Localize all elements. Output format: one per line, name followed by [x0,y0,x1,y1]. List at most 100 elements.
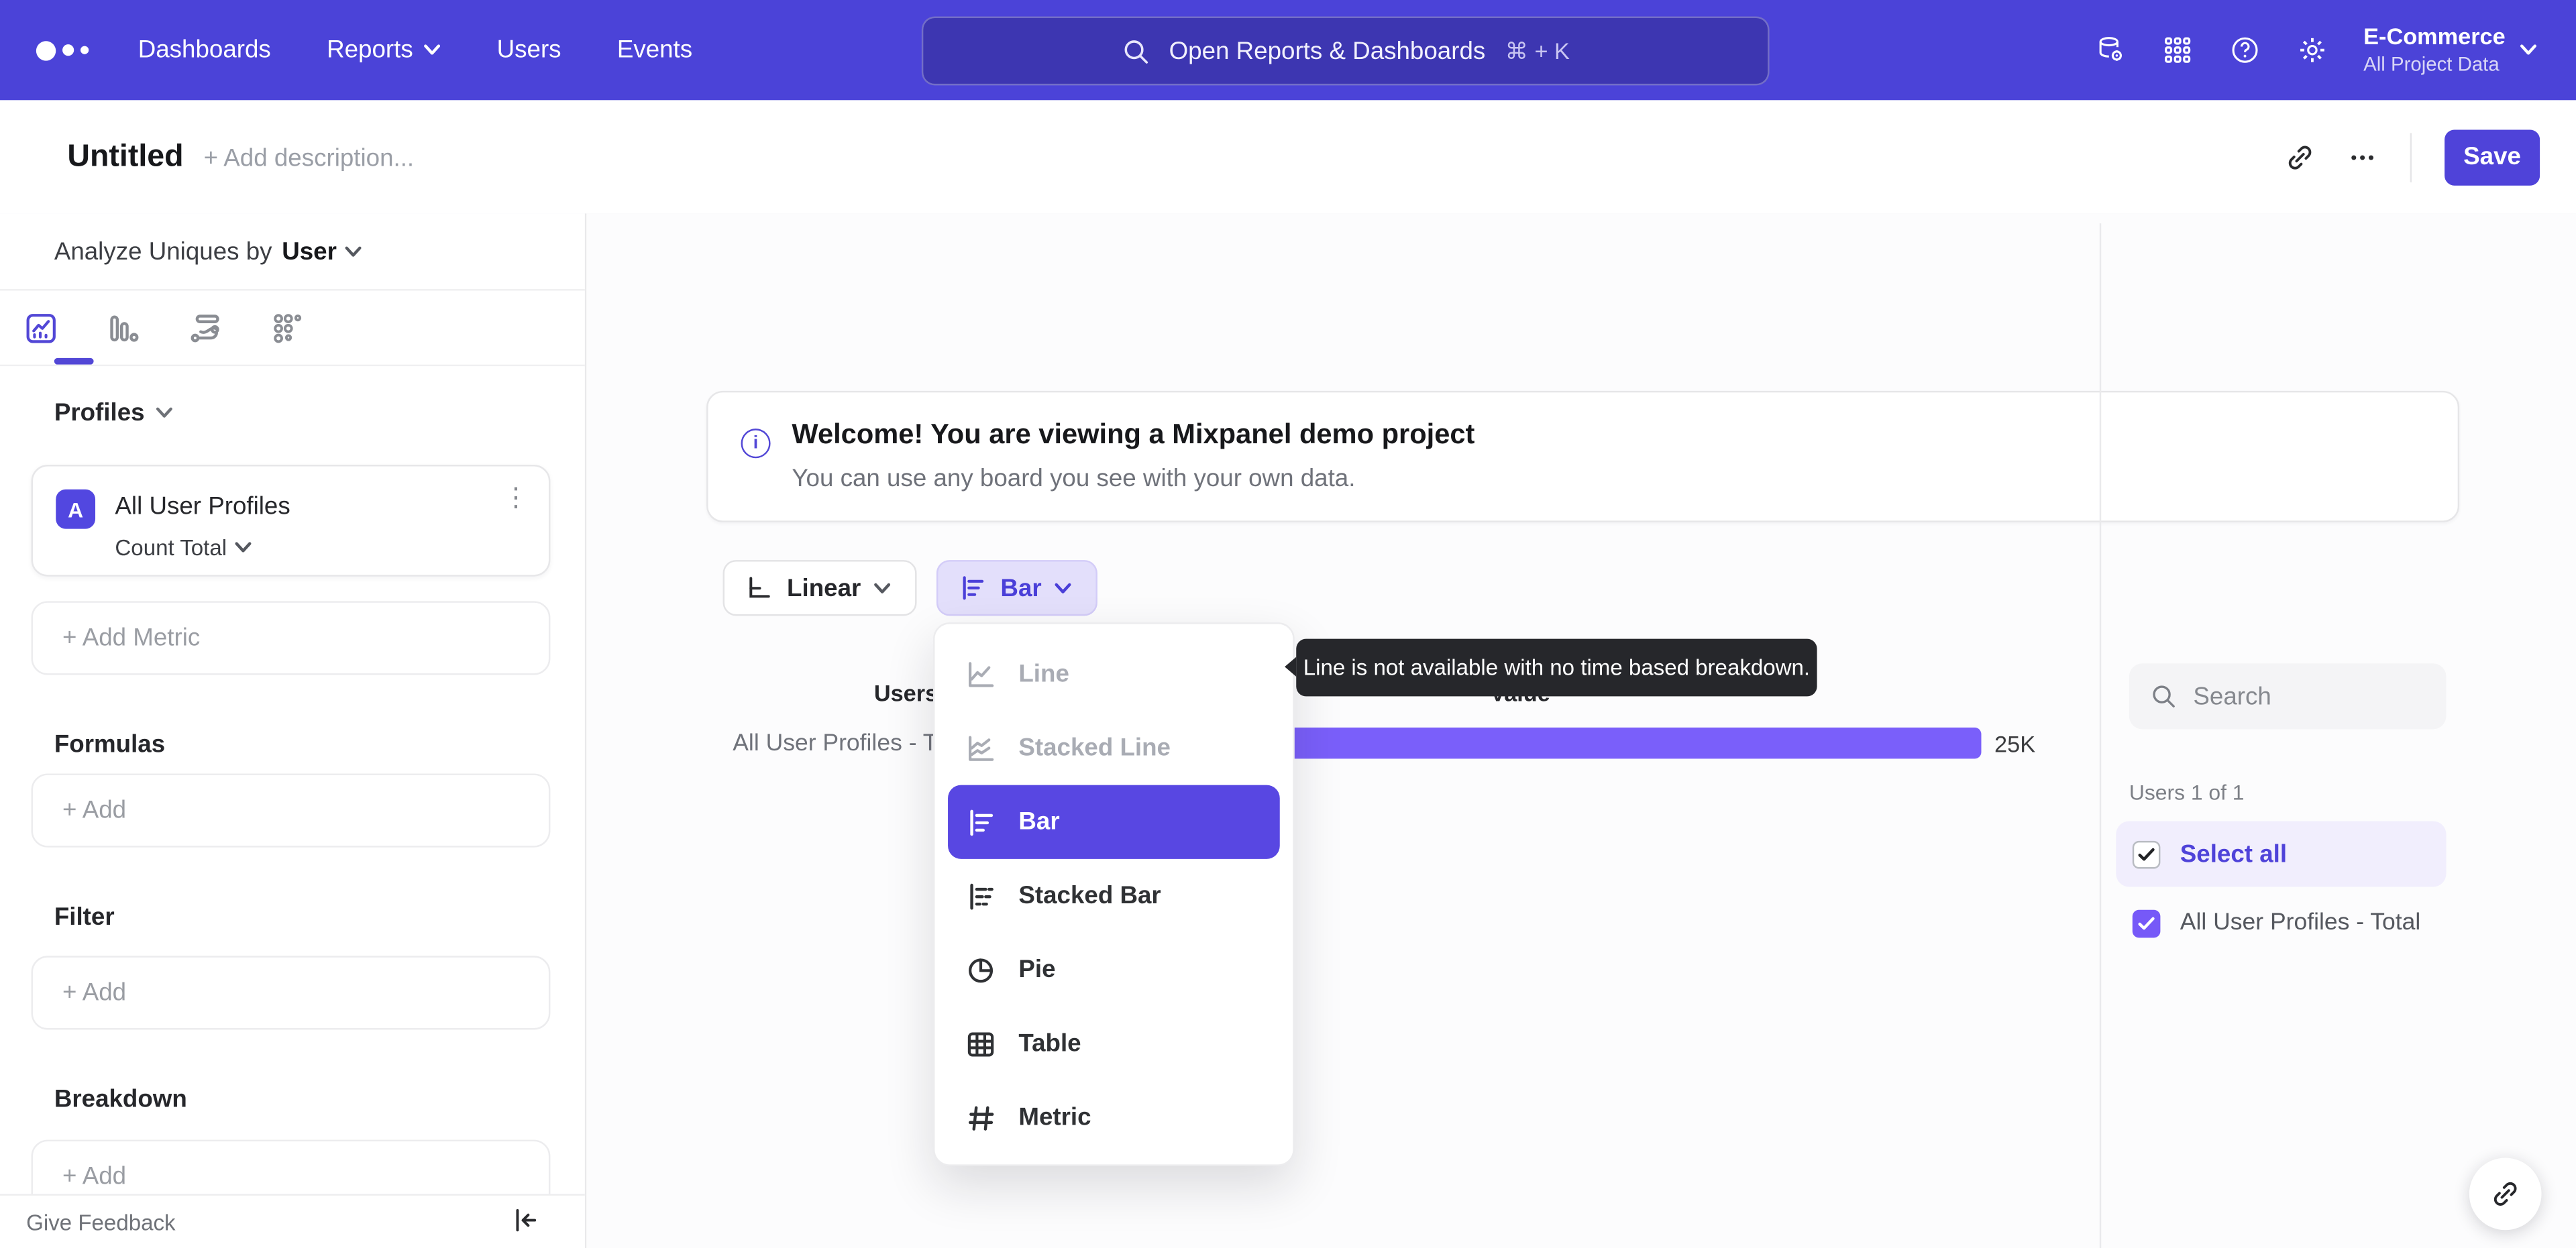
more-options-icon[interactable] [2348,142,2377,172]
nav-item-dashboards[interactable]: Dashboards [138,36,271,64]
sidebar-footer: Give Feedback [0,1194,585,1248]
panel-divider [2099,223,2102,1248]
query-builder-sidebar: Analyze Uniques by User Profiles A All U… [0,213,587,1248]
series-item-row[interactable]: All User Profiles - Total [2116,890,2446,956]
divider [2410,132,2412,182]
copy-link-icon [2493,1182,2517,1206]
stacked-line-chart-icon [969,735,994,760]
scale-dropdown-button[interactable]: Linear [722,560,917,616]
chart-type-dropdown-button[interactable]: Bar [936,560,1097,616]
breakdown-section-header: Breakdown [54,1085,187,1114]
help-icon[interactable] [2229,34,2260,66]
nav-item-reports[interactable]: Reports [327,36,441,64]
profiles-section-header[interactable]: Profiles [54,399,172,427]
chart-bar-value: 25K [1994,730,2036,757]
select-all-row[interactable]: Select all [2116,821,2447,887]
collapse-sidebar-icon[interactable] [513,1207,539,1233]
nav-item-events[interactable]: Events [617,36,692,64]
add-description-field[interactable]: + Add description... [204,145,414,173]
report-type-tabs [0,290,585,364]
chevron-down-icon [156,407,172,418]
nav-label: Reports [327,36,413,64]
report-canvas: i Welcome! You are viewing a Mixpanel de… [586,213,2576,1248]
insights-icon [26,313,56,343]
tab-retention[interactable] [246,310,328,346]
menu-item-stacked-bar[interactable]: Stacked Bar [948,859,1280,933]
mixpanel-app: Dashboards Reports Users Events Open Rep… [0,0,2576,1248]
primary-nav: Dashboards Reports Users Events [138,0,692,100]
metric-name[interactable]: All User Profiles [115,493,290,521]
chart-type-menu: Line Stacked Line Bar Stacked Bar Pie Ta… [933,622,1295,1166]
settings-gear-icon[interactable] [2296,34,2328,66]
retention-icon [274,313,302,343]
chevron-down-icon [1055,582,1071,593]
metric-card[interactable]: A All User Profiles ⋮ Count Total [31,465,551,577]
share-link-fab[interactable] [2469,1157,2542,1231]
add-metric-button[interactable]: + Add Metric [31,601,551,675]
project-scope: All Project Data [2363,52,2500,76]
linear-scale-icon [749,577,770,598]
series-checkbox-checked[interactable] [2132,909,2161,938]
chevron-down-icon [425,44,441,55]
filter-section-header: Filter [54,903,115,931]
project-name: E-Commerce [2363,23,2506,50]
menu-item-bar[interactable]: Bar [948,785,1280,859]
metric-aggregation-dropdown[interactable]: Count Total [115,535,252,560]
tab-flows[interactable] [164,310,246,346]
mixpanel-logo-icon[interactable] [36,0,89,100]
menu-item-pie[interactable]: Pie [948,933,1280,1007]
disabled-option-tooltip: Line is not available with no time based… [1285,638,1817,697]
line-chart-icon [969,661,994,687]
search-icon [1124,39,1147,63]
project-switcher[interactable]: E-Commerce All Project Data [2363,23,2536,77]
metric-badge[interactable]: A [56,489,96,529]
funnels-icon [110,315,139,341]
info-icon: i [741,429,771,459]
menu-item-line: Line [948,637,1280,711]
metric-options-icon[interactable]: ⋮ [502,486,529,512]
copy-link-icon[interactable] [2286,142,2315,172]
chevron-down-icon [235,542,252,553]
active-tab-indicator [54,357,94,364]
apps-grid-icon[interactable] [2161,34,2193,66]
add-formula-button[interactable]: + Add [31,773,551,848]
menu-item-table[interactable]: Table [948,1007,1280,1080]
banner-title: Welcome! You are viewing a Mixpanel demo… [792,418,1475,451]
search-placeholder: Search [2193,682,2271,711]
nav-item-users[interactable]: Users [497,36,561,64]
bar-chart-icon [963,576,984,600]
banner-subtitle: You can use any board you see with your … [792,465,1356,493]
chevron-down-icon [2520,44,2536,55]
analyze-value-dropdown[interactable]: User [282,238,362,266]
select-all-checkbox[interactable] [2132,840,2161,868]
add-filter-button[interactable]: + Add [31,956,551,1030]
search-placeholder: Open Reports & Dashboards [1169,37,1486,65]
bar-chart-icon [970,809,994,836]
data-management-icon[interactable] [2094,34,2126,66]
nav-label: Events [616,36,693,64]
chevron-down-icon [874,582,891,593]
tab-funnels[interactable] [82,310,164,346]
search-icon [2153,685,2175,707]
chevron-down-icon [345,246,362,257]
check-icon [2138,916,2155,929]
nav-label: Users [496,36,561,64]
tab-insights[interactable] [0,310,82,346]
series-search-input[interactable]: Search [2129,663,2447,730]
flows-icon [191,314,219,342]
global-search-input[interactable]: Open Reports & Dashboards ⌘ + K [921,16,1770,86]
pie-chart-icon [969,958,994,982]
menu-item-metric[interactable]: Metric [948,1080,1280,1154]
menu-item-stacked-line: Stacked Line [948,711,1280,785]
give-feedback-link[interactable]: Give Feedback [26,1210,175,1235]
top-nav: Dashboards Reports Users Events Open Rep… [0,0,2576,101]
metric-icon [968,1105,994,1130]
analyze-uniques-row: Analyze Uniques by User [54,238,362,266]
report-title[interactable]: Untitled [67,139,183,176]
report-header: Untitled + Add description... Save [0,100,2576,215]
demo-banner: i Welcome! You are viewing a Mixpanel de… [706,390,2460,522]
check-icon [2138,847,2155,860]
chart-column-header-users: Users [873,679,938,707]
save-button[interactable]: Save [2445,129,2540,185]
nav-label: Dashboards [138,36,271,64]
